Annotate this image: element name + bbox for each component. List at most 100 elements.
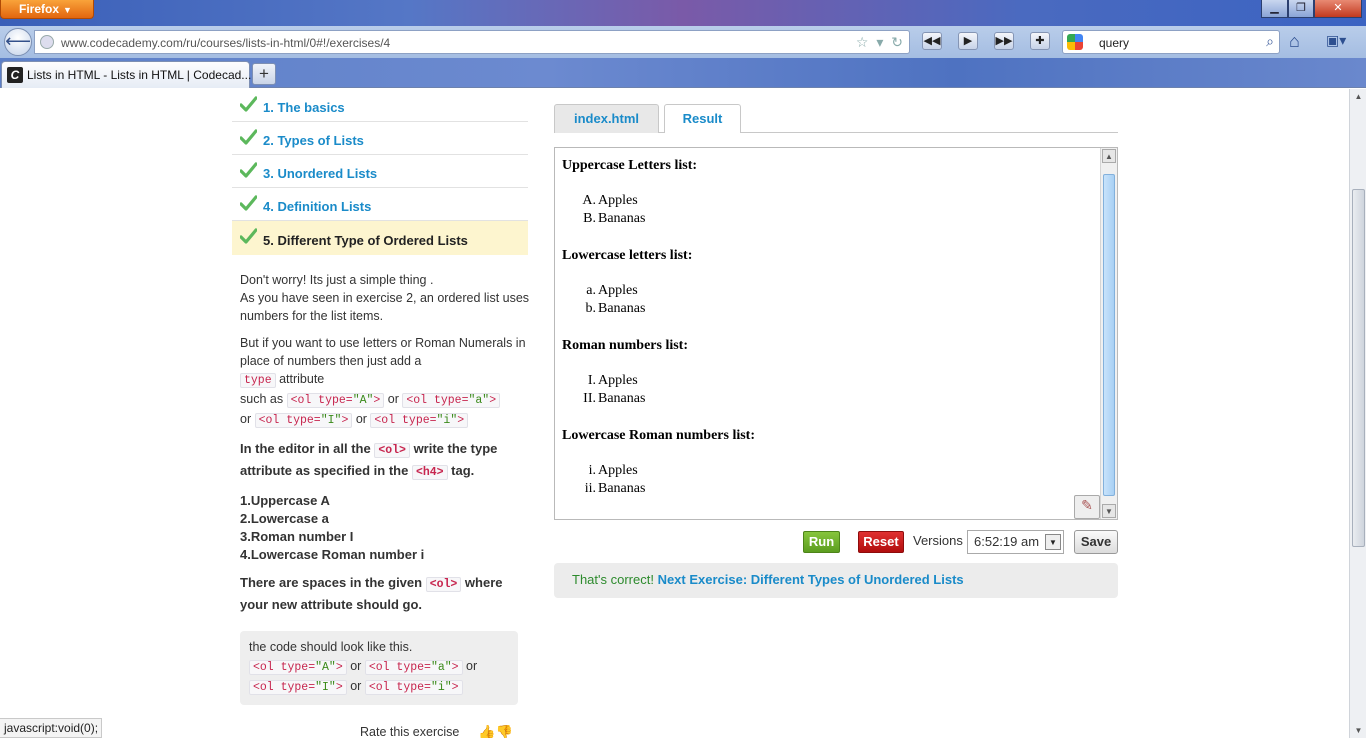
maximize-button[interactable]: ❐	[1288, 0, 1314, 18]
checkmark-icon	[240, 195, 257, 211]
exercise-list: 1. The basics 2. Types of Lists 3. Unorder…	[232, 89, 528, 255]
checkmark-icon	[240, 129, 257, 145]
address-bar[interactable]: www.codecademy.com/ru/courses/lists-in-h…	[34, 30, 910, 54]
versions-select[interactable]: 6:52:19 am ▼	[967, 530, 1064, 554]
result-list-item: i. Apples	[562, 462, 755, 480]
result-list-item: A. Apples	[562, 192, 755, 210]
result-scrollbar[interactable]: ▲ ▼	[1100, 148, 1117, 519]
tab-index-html[interactable]: index.html	[554, 104, 659, 133]
url-text: www.codecademy.com/ru/courses/lists-in-h…	[61, 36, 391, 50]
success-message: That's correct! Next Exercise: Different…	[554, 563, 1118, 598]
code-snippet: <ol type="A">	[249, 660, 347, 675]
result-list: I. Apples II. Bananas	[562, 372, 755, 408]
fast-forward-icon[interactable]: ▶▶	[994, 32, 1014, 50]
exercise-item[interactable]: 4. Definition Lists	[232, 188, 528, 221]
scroll-up-icon[interactable]: ▲	[1102, 149, 1116, 163]
instructions: Don't worry! Its just a simple thing . A…	[240, 271, 530, 624]
close-button[interactable]: ✕	[1314, 0, 1362, 18]
instructions-text: such as	[240, 392, 287, 406]
instructions-steps: 1.Uppercase A 2.Lowercase a 3.Roman numb…	[240, 492, 530, 564]
chevron-down-icon[interactable]: ▼	[1045, 534, 1061, 550]
scroll-down-icon[interactable]: ▼	[1351, 723, 1366, 738]
exercise-label[interactable]: 4. Definition Lists	[263, 199, 371, 214]
list-marker: II.	[583, 391, 596, 406]
exercise-label[interactable]: 1. The basics	[263, 100, 345, 115]
scroll-up-icon[interactable]: ▲	[1351, 89, 1366, 104]
list-marker: a.	[586, 283, 596, 298]
hint-box: the code should look like this. <ol type…	[240, 631, 518, 705]
page-scrollbar[interactable]: ▲ ▼	[1349, 89, 1366, 738]
exercise-label[interactable]: 5. Different Type of Ordered Lists	[263, 233, 468, 248]
search-input[interactable]: query	[1099, 36, 1129, 50]
home-icon[interactable]: ⌂	[1289, 31, 1300, 52]
new-tab-button[interactable]: +	[252, 63, 276, 85]
minimize-button[interactable]: ▁	[1261, 0, 1288, 18]
instructions-paragraph: Don't worry! Its just a simple thing . A…	[240, 271, 530, 325]
list-item-text: Apples	[598, 463, 638, 478]
exercise-item[interactable]: 2. Types of Lists	[232, 122, 528, 155]
page-content: 1. The basics 2. Types of Lists 3. Unorder…	[0, 89, 1349, 738]
instructions-text: attribute	[275, 372, 325, 386]
list-item-text: Bananas	[598, 301, 646, 316]
run-button[interactable]: Run	[803, 531, 840, 553]
thumbs-up-icon[interactable]: 👍	[478, 724, 495, 738]
versions-value: 6:52:19 am	[974, 534, 1040, 549]
window-titlebar: Firefox ▼ ▁ ❐ ✕	[0, 0, 1366, 26]
exercise-item[interactable]: 1. The basics	[232, 89, 528, 122]
hint-text: the code should look like this.	[249, 640, 413, 654]
scroll-down-icon[interactable]: ▼	[1102, 504, 1116, 518]
back-button[interactable]: ⟵	[4, 28, 32, 56]
code-snippet: <ol type="i">	[364, 680, 463, 695]
bookmarks-menu-icon[interactable]: ▣▾	[1326, 32, 1356, 50]
save-button[interactable]: Save	[1074, 530, 1118, 554]
browser-tab[interactable]: C Lists in HTML - Lists in HTML | Codeca…	[1, 61, 251, 88]
code-snippet: <h4>	[411, 465, 448, 480]
search-box[interactable]: query ⌕	[1062, 30, 1280, 54]
scrollbar-thumb[interactable]	[1352, 189, 1365, 547]
list-item-text: Apples	[598, 373, 638, 388]
code-snippet: <ol type="A">	[286, 393, 385, 408]
bug-report-icon[interactable]: ✎	[1074, 495, 1100, 519]
add-icon[interactable]: ✚	[1030, 32, 1050, 50]
success-text: That's correct!	[572, 572, 658, 587]
checkmark-icon	[240, 228, 257, 244]
editor-actions: Run Reset Versions 6:52:19 am ▼ Save	[554, 530, 1118, 556]
tab-result[interactable]: Result	[664, 104, 741, 133]
code-snippet: <ol type="I">	[254, 413, 353, 428]
list-marker: A.	[582, 193, 596, 208]
thumbs-down-icon[interactable]: 👎	[495, 724, 512, 738]
exercise-item[interactable]: 5. Different Type of Ordered Lists	[232, 221, 528, 255]
list-marker: B.	[583, 211, 596, 226]
code-snippet: type	[240, 373, 276, 388]
result-content: Uppercase Letters list: A. Apples B. Bananas…	[562, 157, 755, 517]
google-icon[interactable]	[1067, 34, 1083, 50]
versions-label: Versions	[913, 533, 963, 548]
site-identity-icon[interactable]	[40, 35, 54, 49]
checkmark-icon	[240, 162, 257, 178]
step-item: 3.Roman number I	[240, 529, 354, 544]
result-list-item: B. Bananas	[562, 210, 755, 228]
scrollbar-thumb[interactable]	[1103, 174, 1115, 496]
instructions-paragraph: But if you want to use letters or Roman …	[240, 336, 526, 428]
result-heading: Uppercase Letters list:	[562, 158, 698, 173]
firefox-menu-button[interactable]: Firefox ▼	[0, 0, 94, 19]
bookmark-star-icon[interactable]: ☆ ▾ ↻	[856, 34, 905, 51]
exercise-label[interactable]: 3. Unordered Lists	[263, 166, 377, 181]
code-snippet: <ol type="a">	[402, 393, 501, 408]
rewind-icon[interactable]: ◀◀	[922, 32, 942, 50]
search-icon[interactable]: ⌕	[1266, 33, 1274, 50]
instructions-text: But if you want to use letters or Roman …	[240, 336, 526, 368]
exercise-item[interactable]: 3. Unordered Lists	[232, 155, 528, 188]
exercise-label[interactable]: 2. Types of Lists	[263, 133, 364, 148]
chevron-down-icon: ▼	[63, 5, 72, 15]
checkmark-icon	[240, 96, 257, 112]
reset-button[interactable]: Reset	[858, 531, 904, 553]
list-marker: ii.	[584, 481, 596, 496]
next-exercise-link[interactable]: Next Exercise: Different Types of Unorde…	[658, 572, 964, 587]
rating-buttons: 👍👎	[478, 724, 513, 738]
result-list-item: ii. Bananas	[562, 480, 755, 498]
rate-exercise-label: Rate this exercise	[360, 725, 460, 738]
list-item-text: Apples	[598, 193, 638, 208]
play-icon[interactable]: ▶	[958, 32, 978, 50]
step-item: 2.Lowercase a	[240, 511, 329, 526]
